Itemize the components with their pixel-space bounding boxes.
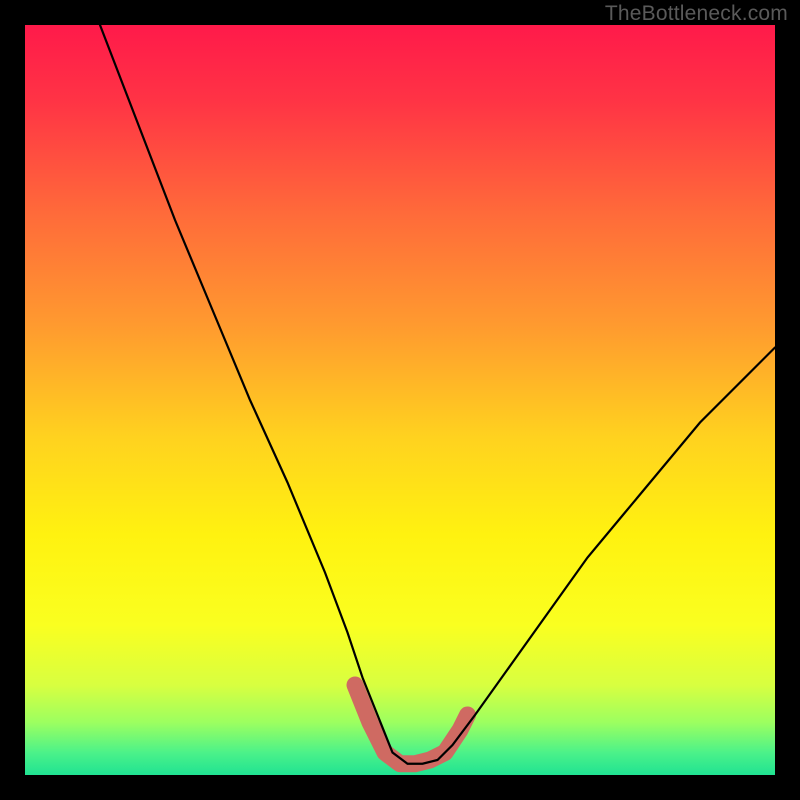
chart-svg xyxy=(25,25,775,775)
plot-frame xyxy=(25,25,775,775)
gradient-background xyxy=(25,25,775,775)
watermark-text: TheBottleneck.com xyxy=(605,2,788,26)
